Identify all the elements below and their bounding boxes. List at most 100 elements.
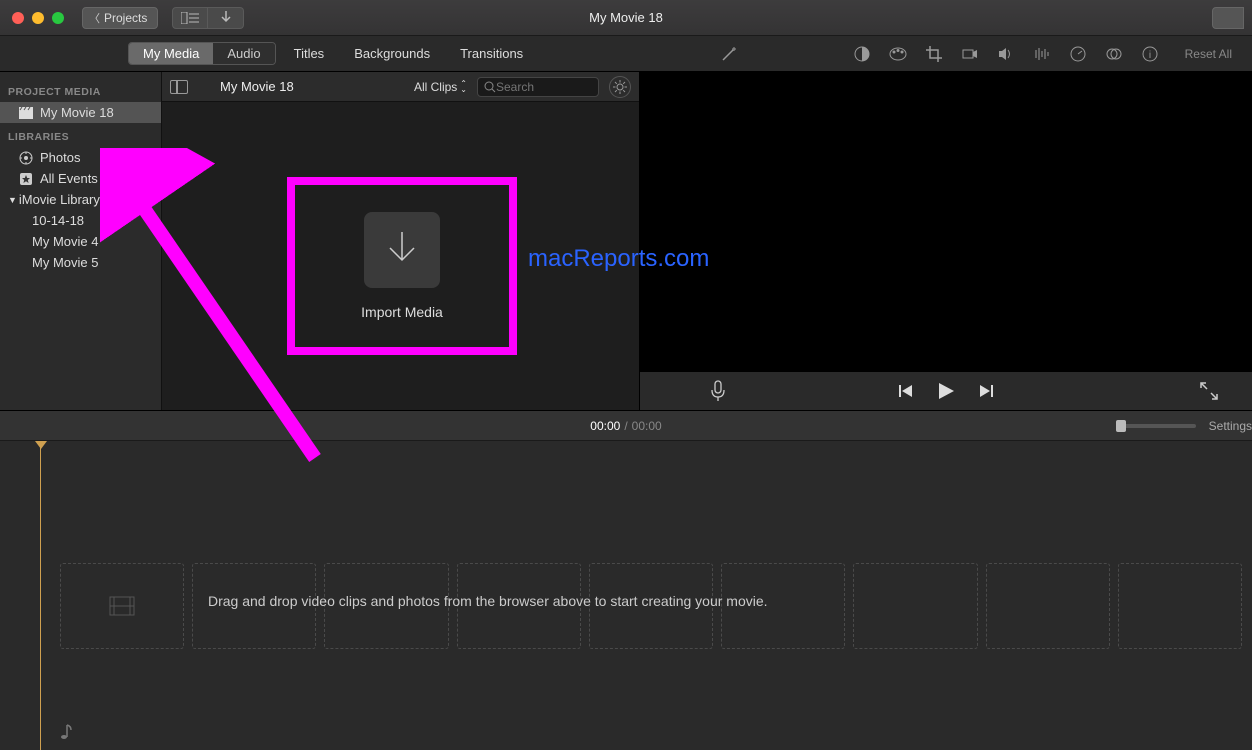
sidebar-item-event[interactable]: My Movie 4	[0, 231, 161, 252]
adjustment-toolbar: i Reset All	[853, 45, 1232, 63]
sidebar-item-label: My Movie 5	[32, 255, 98, 270]
drop-slot[interactable]	[60, 563, 184, 649]
clip-filter-label: All Clips	[414, 80, 457, 94]
tab-audio[interactable]: Audio	[213, 43, 274, 64]
sidebar-item-photos[interactable]: Photos	[0, 147, 161, 168]
sidebar-item-label: iMovie Library	[19, 192, 100, 207]
minimize-window-button[interactable]	[32, 12, 44, 24]
window-title: My Movie 18	[589, 10, 663, 25]
drop-slot[interactable]	[986, 563, 1110, 649]
magic-wand-icon	[720, 45, 738, 63]
sidebar-item-label: All Events	[40, 171, 98, 186]
library-list-icon	[181, 12, 199, 24]
camera-icon	[962, 48, 978, 60]
projects-label: Projects	[104, 11, 147, 25]
import-button[interactable]	[208, 7, 244, 29]
play-button[interactable]	[936, 381, 956, 401]
search-icon	[484, 81, 496, 93]
updown-chevron-icon: ⌃⌄	[460, 81, 467, 93]
view-mode-buttons	[172, 7, 244, 29]
drop-slot[interactable]	[1118, 563, 1242, 649]
share-button[interactable]	[1212, 7, 1244, 29]
prev-button[interactable]	[898, 383, 914, 399]
browser-settings-button[interactable]	[609, 76, 631, 98]
photos-icon	[18, 151, 34, 165]
tab-my-media[interactable]: My Media	[129, 43, 213, 64]
info-button[interactable]: i	[1141, 45, 1159, 63]
star-icon	[18, 172, 34, 186]
tab-titles[interactable]: Titles	[294, 46, 325, 61]
sidebar-item-all-events[interactable]: All Events	[0, 168, 161, 189]
browser-project-name: My Movie 18	[220, 79, 294, 94]
watermark-text: macReports.com	[528, 245, 709, 273]
zoom-window-button[interactable]	[52, 12, 64, 24]
drop-slot[interactable]	[853, 563, 977, 649]
microphone-icon	[710, 380, 726, 402]
fullscreen-icon	[1200, 382, 1218, 400]
film-icon	[108, 595, 136, 617]
search-input[interactable]	[496, 80, 586, 94]
audio-track-icon	[60, 718, 90, 746]
skip-forward-icon	[978, 383, 994, 399]
import-media-button[interactable]	[364, 212, 440, 288]
sidebar-item-imovie-library[interactable]: ▼ iMovie Library	[0, 189, 161, 210]
music-note-icon	[60, 723, 74, 741]
preview-viewer	[640, 72, 1252, 410]
svg-text:i: i	[1149, 50, 1151, 61]
total-time: 00:00	[632, 419, 662, 433]
main-split: PROJECT MEDIA My Movie 18 LIBRARIES Phot…	[0, 72, 1252, 410]
playhead[interactable]	[40, 443, 41, 750]
clip-filter-dropdown[interactable]: All Clips ⌃⌄	[414, 80, 467, 94]
speed-button[interactable]	[1069, 45, 1087, 63]
toggle-sidebar-button[interactable]	[170, 80, 188, 94]
noise-reduction-button[interactable]	[1033, 45, 1051, 63]
zoom-slider[interactable]	[1116, 424, 1196, 428]
color-balance-button[interactable]	[853, 45, 871, 63]
tab-backgrounds[interactable]: Backgrounds	[354, 46, 430, 61]
media-tab-bar: My Media Audio Titles Backgrounds Transi…	[0, 36, 1252, 72]
search-field-wrap[interactable]	[477, 77, 599, 97]
volume-button[interactable]	[997, 45, 1015, 63]
palette-icon	[889, 47, 907, 61]
project-media-header: PROJECT MEDIA	[0, 78, 161, 102]
library-list-button[interactable]	[172, 7, 208, 29]
overlap-circles-icon	[1106, 47, 1122, 61]
voiceover-button[interactable]	[710, 380, 726, 402]
libraries-header: LIBRARIES	[0, 123, 161, 147]
speedometer-icon	[1070, 46, 1086, 62]
stabilization-button[interactable]	[961, 45, 979, 63]
timeline[interactable]: Drag and drop video clips and photos fro…	[0, 440, 1252, 750]
tab-transitions[interactable]: Transitions	[460, 46, 523, 61]
library-sidebar: PROJECT MEDIA My Movie 18 LIBRARIES Phot…	[0, 72, 162, 410]
title-bar: 〈 Projects My Movie 18	[0, 0, 1252, 36]
sidebar-item-project[interactable]: My Movie 18	[0, 102, 161, 123]
import-arrow-icon	[220, 11, 232, 25]
chevron-left-icon: 〈	[89, 10, 100, 26]
gear-icon	[613, 80, 627, 94]
timeline-hint-text: Drag and drop video clips and photos fro…	[208, 593, 768, 609]
import-media-highlight: Import Media	[287, 177, 517, 355]
close-window-button[interactable]	[12, 12, 24, 24]
crop-button[interactable]	[925, 45, 943, 63]
viewer-controls	[640, 372, 1252, 410]
disclosure-triangle-icon[interactable]: ▼	[8, 195, 17, 205]
timeline-settings-button[interactable]: Settings	[1209, 419, 1252, 433]
color-balance-icon	[854, 46, 870, 62]
sidebar-item-label: My Movie 4	[32, 234, 98, 249]
enhance-button[interactable]	[720, 45, 738, 63]
color-correction-button[interactable]	[889, 45, 907, 63]
timeline-timecode: 00:00/00:00	[590, 419, 661, 433]
projects-back-button[interactable]: 〈 Projects	[82, 7, 158, 29]
sidebar-item-event[interactable]: My Movie 5	[0, 252, 161, 273]
current-time: 00:00	[590, 419, 620, 433]
clip-filter-button[interactable]	[1105, 45, 1123, 63]
fullscreen-button[interactable]	[1200, 382, 1218, 400]
clapperboard-icon	[18, 107, 34, 119]
download-arrow-icon	[384, 230, 420, 270]
import-media-label: Import Media	[361, 304, 443, 320]
sidebar-item-label: My Movie 18	[40, 105, 114, 120]
next-button[interactable]	[978, 383, 994, 399]
timeline-header: 00:00/00:00 Settings	[0, 410, 1252, 440]
reset-all-button[interactable]: Reset All	[1185, 47, 1232, 61]
sidebar-item-event[interactable]: 10-14-18	[0, 210, 161, 231]
